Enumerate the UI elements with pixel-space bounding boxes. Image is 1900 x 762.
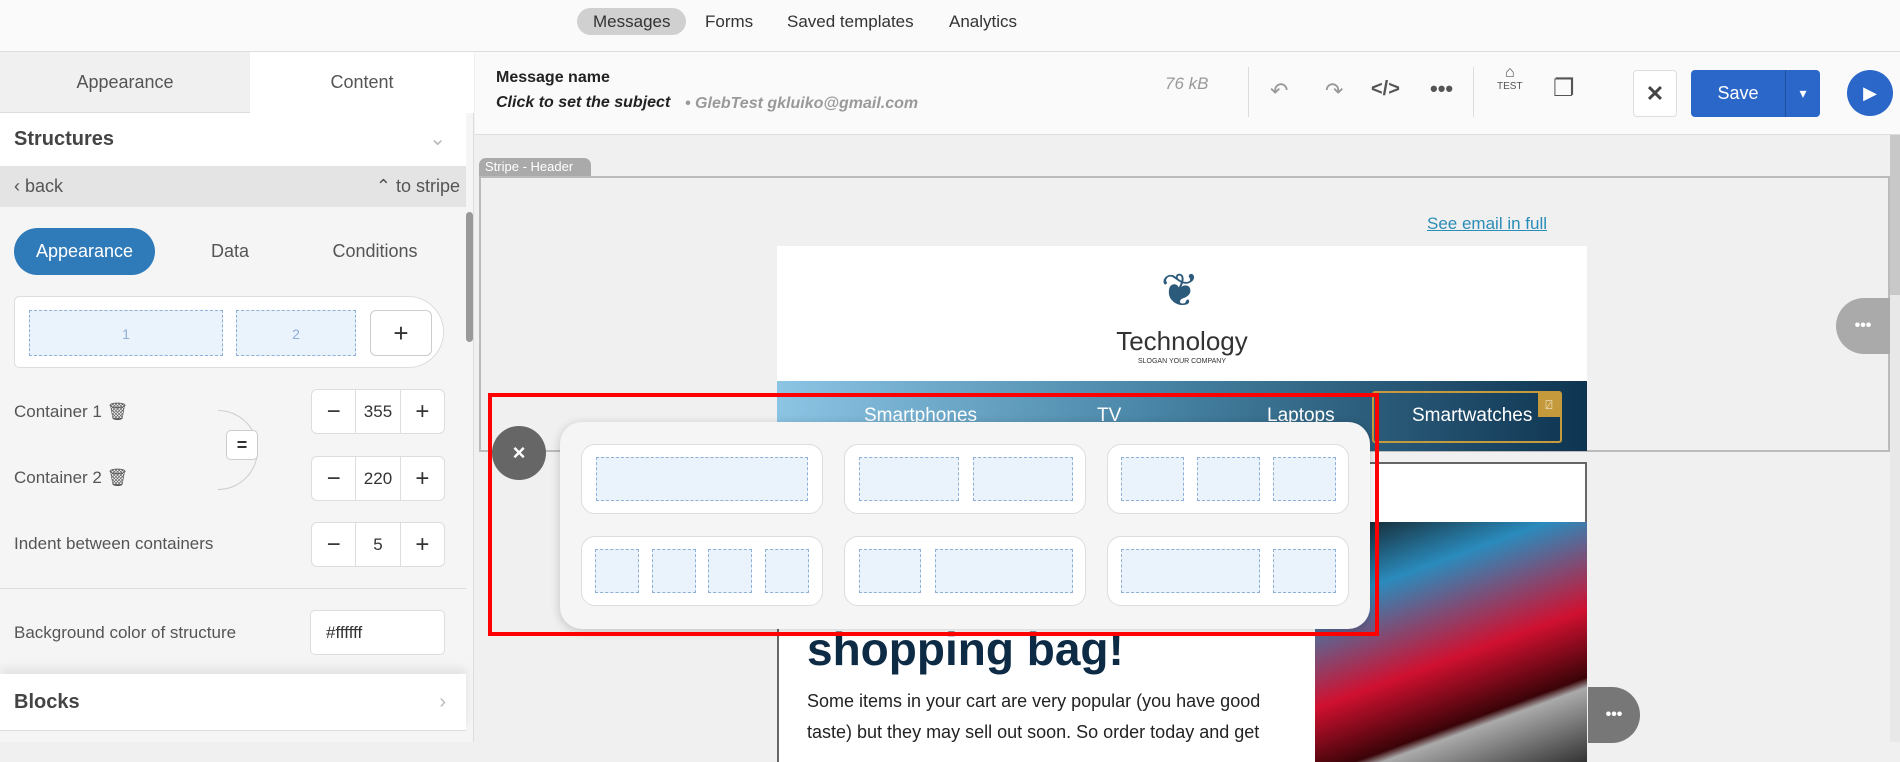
subject-field[interactable]: Click to set the subject	[496, 94, 670, 112]
indent-stepper[interactable]: −5 +	[311, 522, 445, 567]
code-icon[interactable]: </>	[1371, 78, 1400, 101]
mobile-hidden-icon[interactable]: ⍁	[1538, 393, 1560, 417]
to-stripe-label: to stripe	[395, 176, 460, 196]
container-1-width-stepper[interactable]: −355 +	[311, 389, 445, 434]
nav-messages[interactable]: Messages	[577, 8, 687, 35]
back-button[interactable]: ‹ back	[14, 166, 63, 207]
equalize-button[interactable]: =	[226, 430, 258, 460]
background-color-label: Background color of structure	[14, 623, 237, 642]
save-button-group: Save ▾	[1691, 70, 1820, 117]
undo-icon[interactable]: ↶	[1270, 78, 1288, 104]
close-picker-button[interactable]: ×	[492, 426, 546, 480]
message-name[interactable]: Message name	[496, 69, 610, 87]
nav-saved-templates[interactable]: Saved templates	[771, 8, 930, 35]
logo-block[interactable]: ❦ Technology SLOGAN YOUR COMPANY	[777, 246, 1587, 381]
see-email-in-full-link[interactable]: See email in full	[1427, 214, 1547, 234]
close-button[interactable]: ✕	[1633, 70, 1677, 117]
container-1-label: Container 1 🗑	[14, 402, 129, 421]
increment-button[interactable]: +	[401, 457, 444, 500]
structure-more-handle[interactable]: •••	[1588, 687, 1640, 743]
blocks-title: Blocks	[14, 691, 80, 713]
preview-play-button[interactable]: ▶	[1847, 70, 1893, 116]
increment-button[interactable]: +	[401, 523, 444, 566]
stripe-label[interactable]: Stripe - Header	[479, 158, 591, 176]
background-color-input[interactable]: #ffffff	[310, 610, 445, 655]
decrement-button[interactable]: −	[312, 523, 355, 566]
brain-logo-icon: ❦	[1160, 264, 1200, 316]
chevron-left-icon: ‹	[14, 176, 25, 196]
container-1-preview[interactable]: 1	[29, 310, 223, 356]
tab-appearance[interactable]: Appearance	[0, 52, 250, 113]
container-1-width-value[interactable]: 355	[355, 390, 401, 433]
indent-value[interactable]: 5	[355, 523, 401, 566]
tab-content[interactable]: Content	[250, 52, 474, 113]
test-email-button[interactable]: ⌂ TEST	[1497, 64, 1523, 94]
container-2-width-value[interactable]: 220	[355, 457, 401, 500]
trash-icon[interactable]: 🗑	[107, 468, 129, 487]
structure-preview: 1 2 +	[14, 296, 444, 368]
chevron-right-icon: ›	[439, 691, 446, 713]
menu-smartwatches-selected[interactable]: Smartwatches ⍁	[1372, 391, 1562, 443]
redo-icon[interactable]: ↷	[1325, 78, 1343, 104]
menu-smartwatches: Smartwatches	[1412, 405, 1533, 426]
stripe-more-handle[interactable]: •••	[1836, 298, 1890, 354]
decrement-button[interactable]: −	[312, 390, 355, 433]
blocks-header[interactable]: Blocks ›	[0, 674, 466, 731]
add-container-button[interactable]: +	[370, 310, 432, 356]
scrollbar[interactable]	[466, 212, 473, 342]
to-stripe-button[interactable]: ⌃ to stripe	[376, 166, 460, 207]
subtab-conditions[interactable]: Conditions	[310, 228, 440, 275]
structures-title: Structures	[14, 128, 115, 150]
more-icon[interactable]: •••	[1430, 76, 1453, 102]
chevron-down-icon: ⌄	[429, 128, 446, 150]
top-navigation: Messages Forms Saved templates Analytics	[0, 0, 1900, 52]
chevron-up-icon: ⌃	[375, 176, 396, 196]
increment-button[interactable]: +	[401, 390, 444, 433]
decrement-button[interactable]: −	[312, 457, 355, 500]
logo-name: Technology	[1116, 326, 1248, 356]
settings-panel: Appearance Content Structures ⌄ ‹ back ⌃ …	[0, 52, 474, 742]
editor-toolbar: Message name Click to set the subject • …	[475, 52, 1900, 135]
container-2-width-stepper[interactable]: −220 +	[311, 456, 445, 501]
envelope-icon: ⌂	[1504, 64, 1515, 81]
message-size: 76 kB	[1165, 74, 1209, 93]
sender-info: • GlebTest gkluiko@gmail.com	[685, 95, 919, 112]
nav-forms[interactable]: Forms	[689, 8, 769, 35]
email-body-text: Some items in your cart are very popular…	[807, 691, 1261, 742]
highlight-box	[488, 393, 1379, 636]
copy-icon[interactable]: ❐	[1553, 74, 1575, 103]
logo-slogan: SLOGAN YOUR COMPANY	[1137, 358, 1227, 365]
structures-header[interactable]: Structures ⌄	[0, 113, 466, 166]
container-2-label: Container 2 🗑	[14, 468, 129, 487]
back-label: back	[25, 176, 64, 196]
trash-icon[interactable]: 🗑	[107, 402, 129, 421]
subtab-appearance[interactable]: Appearance	[14, 228, 155, 275]
save-button[interactable]: Save	[1691, 70, 1785, 117]
container-2-preview[interactable]: 2	[236, 310, 356, 356]
indent-label: Indent between containers	[14, 534, 214, 553]
subtab-data[interactable]: Data	[180, 228, 280, 275]
save-dropdown-chevron-icon[interactable]: ▾	[1785, 70, 1820, 117]
nav-analytics[interactable]: Analytics	[933, 8, 1033, 35]
